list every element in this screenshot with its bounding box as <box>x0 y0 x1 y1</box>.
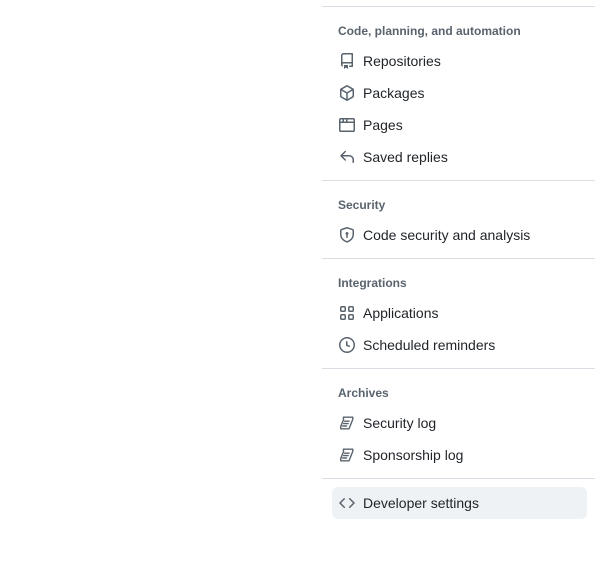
sidebar-item-repositories[interactable]: Repositories <box>332 45 587 77</box>
section-divider <box>322 368 595 369</box>
sidebar-item-label: Developer settings <box>363 495 479 511</box>
sidebar-item-label: Saved replies <box>363 149 448 165</box>
sidebar-item-label: Security log <box>363 415 437 431</box>
section-heading-code-planning-automation: Code, planning, and automation <box>338 24 521 38</box>
section-divider <box>322 258 595 259</box>
section-divider <box>322 478 595 479</box>
apps-icon <box>339 305 355 321</box>
sidebar-item-label: Code security and analysis <box>363 227 531 243</box>
settings-page: Code, planning, and automation Repositor… <box>0 0 611 564</box>
package-icon <box>339 85 355 101</box>
section-heading-security: Security <box>338 198 386 212</box>
sidebar-item-code-security[interactable]: Code security and analysis <box>332 219 587 251</box>
sidebar-item-label: Sponsorship log <box>363 447 464 463</box>
sidebar-item-saved-replies[interactable]: Saved replies <box>332 141 587 173</box>
repo-icon <box>339 53 355 69</box>
code-icon <box>339 495 355 511</box>
section-heading-integrations: Integrations <box>338 276 407 290</box>
clock-icon <box>339 337 355 353</box>
sidebar-item-label: Pages <box>363 117 403 133</box>
sidebar-item-pages[interactable]: Pages <box>332 109 587 141</box>
section-divider <box>322 180 595 181</box>
section-heading-archives: Archives <box>338 386 389 400</box>
reply-icon <box>339 149 355 165</box>
log-icon <box>339 415 355 431</box>
section-divider <box>322 6 595 7</box>
sidebar-item-sponsorship-log[interactable]: Sponsorship log <box>332 439 587 471</box>
sidebar-item-label: Scheduled reminders <box>363 337 496 353</box>
log-icon <box>339 447 355 463</box>
sidebar-item-label: Applications <box>363 305 439 321</box>
sidebar-item-applications[interactable]: Applications <box>332 297 587 329</box>
browser-icon <box>339 117 355 133</box>
settings-sidebar: Code, planning, and automation Repositor… <box>322 0 595 519</box>
sidebar-item-developer-settings[interactable]: Developer settings <box>332 487 587 519</box>
sidebar-item-scheduled-reminders[interactable]: Scheduled reminders <box>332 329 587 361</box>
shield-lock-icon <box>339 227 355 243</box>
sidebar-item-packages[interactable]: Packages <box>332 77 587 109</box>
sidebar-item-label: Packages <box>363 85 425 101</box>
sidebar-item-label: Repositories <box>363 53 441 69</box>
sidebar-item-security-log[interactable]: Security log <box>332 407 587 439</box>
